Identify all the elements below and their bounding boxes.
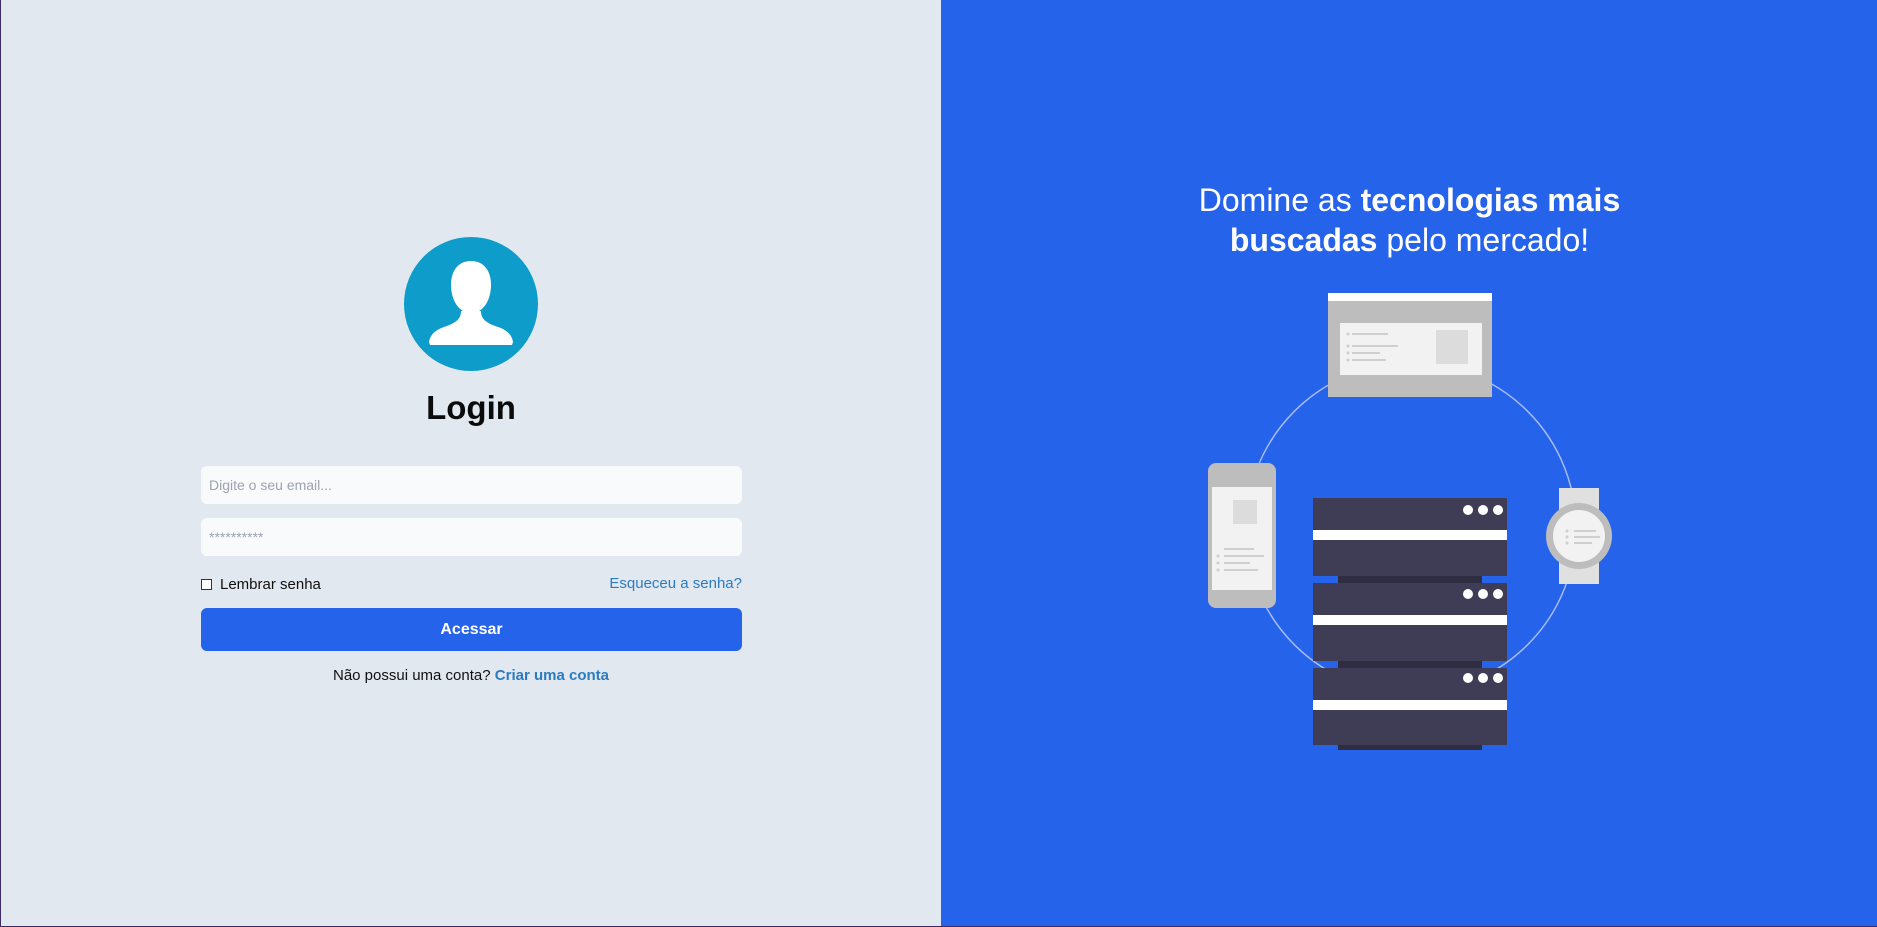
login-page: Login Lembrar senha Esqueceu a senha? Ac… xyxy=(0,0,1877,927)
devices-server-illustration xyxy=(1208,293,1612,750)
signup-prompt: Não possui uma conta? xyxy=(333,667,491,684)
browser-window-icon xyxy=(1328,293,1492,397)
promo-headline: Domine as tecnologias mais buscadas pelo… xyxy=(941,180,1877,260)
email-input[interactable] xyxy=(201,466,742,504)
headline-part1: Domine as xyxy=(1198,182,1361,218)
login-title: Login xyxy=(426,389,516,426)
smartphone-icon xyxy=(1208,463,1276,608)
login-submit-button[interactable]: Acessar xyxy=(201,608,742,651)
login-panel: Login Lembrar senha Esqueceu a senha? Ac… xyxy=(1,0,941,926)
forgot-password-link[interactable]: Esqueceu a senha? xyxy=(609,574,742,594)
user-avatar-icon xyxy=(404,237,538,371)
user-silhouette-icon xyxy=(429,261,513,345)
smartwatch-icon xyxy=(1546,488,1612,584)
signup-row: Não possui uma conta? Criar uma conta xyxy=(1,667,941,684)
headline-part2: pelo mercado! xyxy=(1377,222,1590,258)
create-account-link[interactable]: Criar uma conta xyxy=(495,667,609,684)
server-rack-icon xyxy=(1313,498,1507,750)
headline-bold2: buscadas xyxy=(1229,222,1378,258)
remember-label: Lembrar senha xyxy=(220,575,321,593)
remember-password-toggle[interactable]: Lembrar senha xyxy=(201,574,321,594)
remember-checkbox[interactable] xyxy=(201,578,212,590)
password-input[interactable] xyxy=(201,518,742,556)
headline-bold1: tecnologias mais xyxy=(1360,182,1621,218)
